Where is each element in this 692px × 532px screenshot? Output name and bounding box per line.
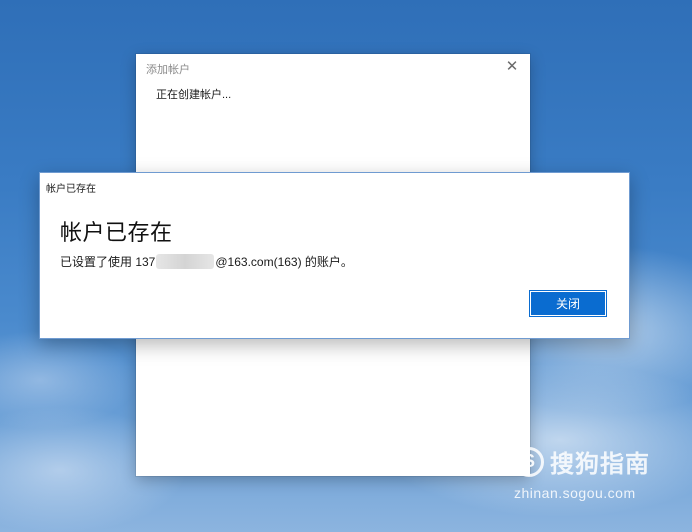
redacted-phone <box>156 254 215 269</box>
sogou-watermark: S 搜狗指南 zhinan.sogou.com <box>514 444 650 501</box>
creating-account-status: 正在创建帐户... <box>156 89 232 101</box>
account-exists-dialog: 帐户已存在 帐户已存在 已设置了使用 137 @163.com(163) 的账户… <box>39 172 630 339</box>
watermark-logo: S 搜狗指南 <box>514 444 650 479</box>
dialog-heading: 帐户已存在 <box>60 220 173 245</box>
message-suffix: @163.com(163) 的账户。 <box>215 255 353 269</box>
dialog-message: 已设置了使用 137 @163.com(163) 的账户。 <box>60 253 353 270</box>
watermark-name: 搜狗指南 <box>550 451 650 478</box>
close-button[interactable]: 关闭 <box>529 290 607 317</box>
message-prefix: 已设置了使用 137 <box>60 255 156 269</box>
dialog-titlebar: 帐户已存在 <box>46 184 96 195</box>
add-account-title: 添加帐户 <box>146 64 190 76</box>
close-icon[interactable]: ✕ <box>504 59 520 75</box>
sogou-logo-icon: S <box>514 446 544 477</box>
watermark-url: zhinan.sogou.com <box>514 485 636 501</box>
